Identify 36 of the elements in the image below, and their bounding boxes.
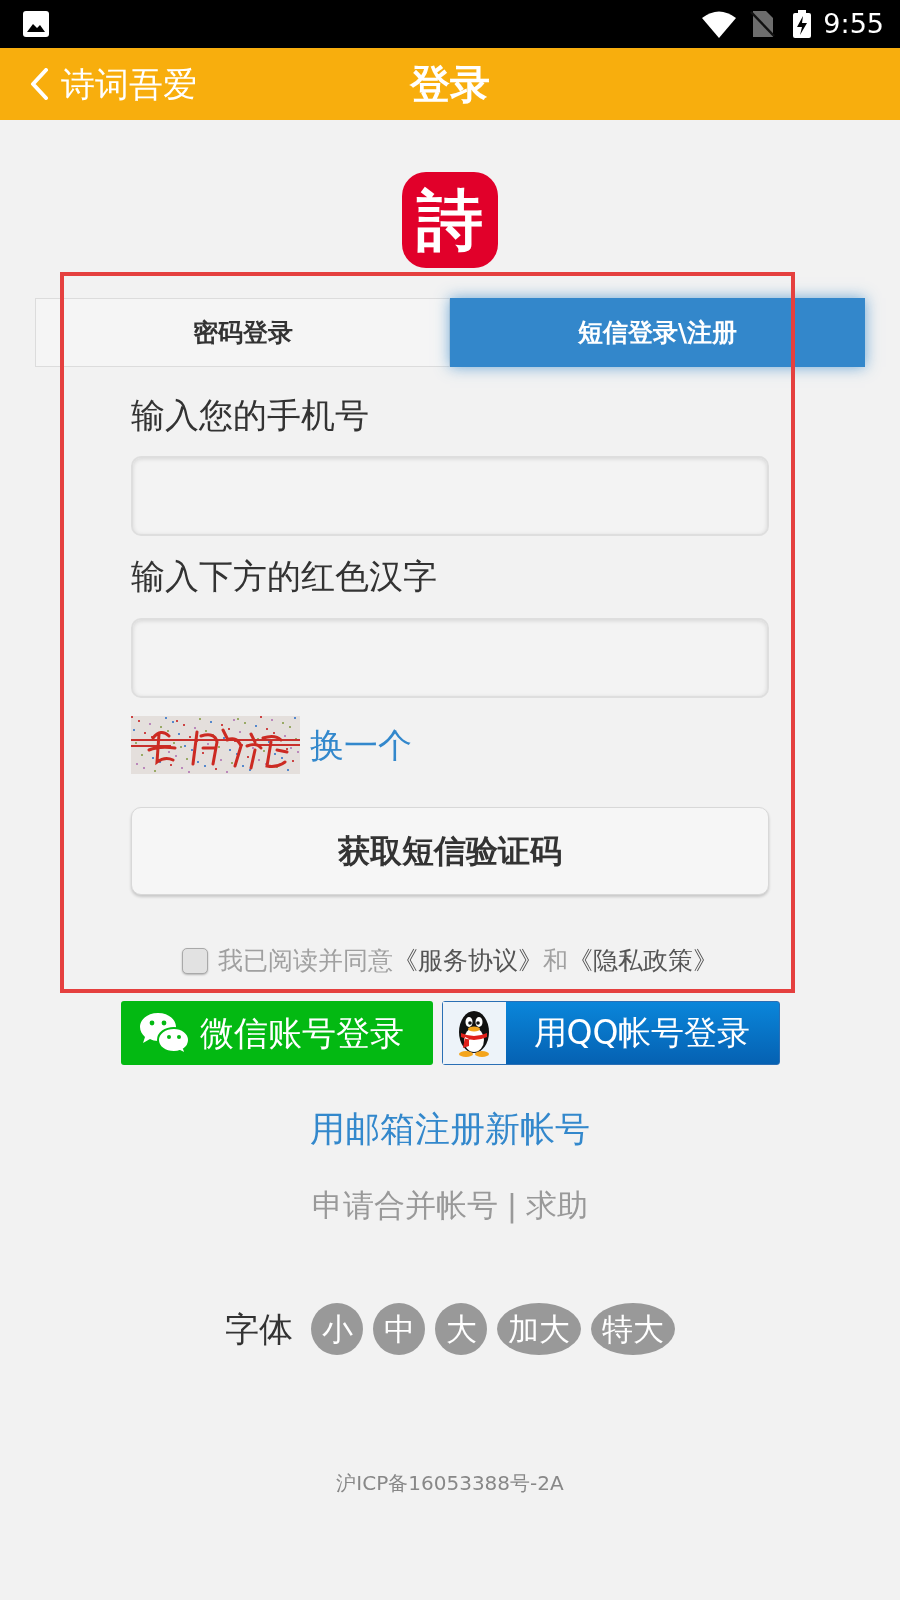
refresh-captcha-link[interactable]: 换一个 [310,725,412,765]
battery-charging-icon [793,10,812,38]
font-size-option[interactable]: 小 [311,1303,363,1355]
chat-bubbles-icon [138,1011,189,1055]
email-register-link[interactable]: 用邮箱注册新帐号 [310,1108,590,1150]
clock-time: 9:55 [823,7,884,41]
privacy-link[interactable]: 《隐私政策》 [568,946,718,976]
agree-checkbox[interactable] [182,948,208,974]
help-link[interactable]: 申请合并帐号 [311,1186,498,1224]
no-sim-icon [750,10,776,38]
agreement-text: 和 [543,946,568,976]
captcha-image[interactable] [131,716,300,774]
image-icon [23,11,49,37]
field-label: 输入您的手机号 [131,395,370,435]
icp-license-text: 沪ICP备16053388号-2A [336,1471,564,1495]
back-button[interactable]: 诗词吾爱 [0,64,197,104]
agreement-text: 我已阅读并同意 [218,946,393,976]
wechat-login-button[interactable]: 微信账号登录 [120,1001,433,1065]
font-size-option[interactable]: 大 [435,1303,487,1355]
help-link[interactable]: 求助 [526,1186,589,1224]
field-label: 输入下方的红色汉字 [131,556,438,596]
back-chevron-icon [29,68,49,100]
get-sms-code-button[interactable]: 获取短信验证码 [131,807,769,895]
font-size-option[interactable]: 中 [373,1303,425,1355]
font-size-option[interactable]: 特大 [591,1303,675,1355]
wifi-icon [702,10,737,38]
font-size-label: 字体 [225,1309,293,1349]
login-tab[interactable]: 短信登录\注册 [450,298,865,367]
font-size-option[interactable]: 加大 [497,1303,581,1355]
terms-link[interactable]: 《服务协议》 [393,946,543,976]
page-title: 登录 [410,60,490,108]
login-tab[interactable]: 密码登录 [35,298,450,367]
qq-login-button[interactable]: 用QQ帐号登录 [441,1001,780,1065]
link-separator: | [506,1186,518,1224]
penguin-icon [442,1002,506,1064]
app-logo: 詩 [402,172,498,268]
